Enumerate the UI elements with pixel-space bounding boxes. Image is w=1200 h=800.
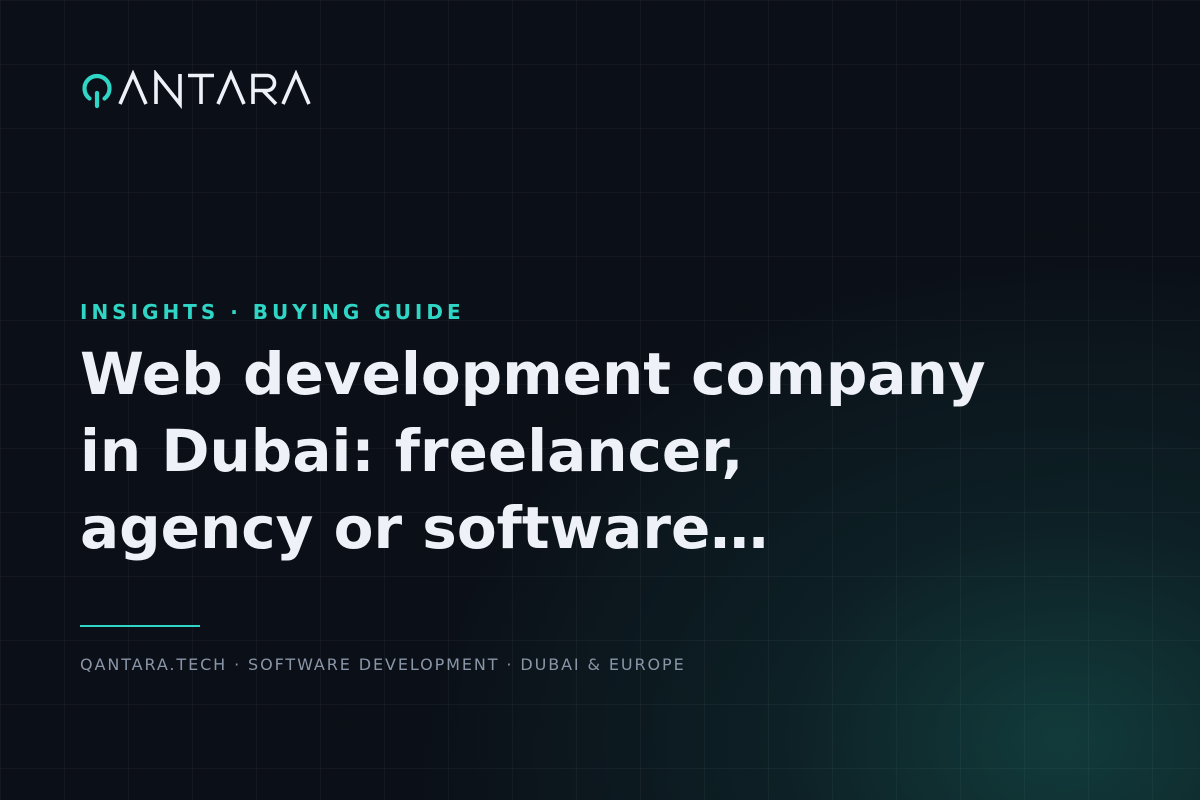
- logo-q-mark: [82, 73, 112, 109]
- article-title-line: in Dubai: freelancer,: [80, 417, 744, 485]
- article-title-line: Web development company: [80, 340, 986, 408]
- qantara-logo: [82, 70, 311, 110]
- article-category-eyebrow: INSIGHTS · BUYING GUIDE: [80, 300, 465, 324]
- site-meta-text: QANTARA.TECH · SOFTWARE DEVELOPMENT · DU…: [80, 655, 686, 674]
- accent-divider: [80, 625, 200, 627]
- article-title: Web development company in Dubai: freela…: [80, 336, 1080, 567]
- logo-letters: [118, 70, 311, 110]
- og-card: INSIGHTS · BUYING GUIDE Web development …: [0, 0, 1200, 800]
- article-title-line: agency or software…: [80, 494, 769, 562]
